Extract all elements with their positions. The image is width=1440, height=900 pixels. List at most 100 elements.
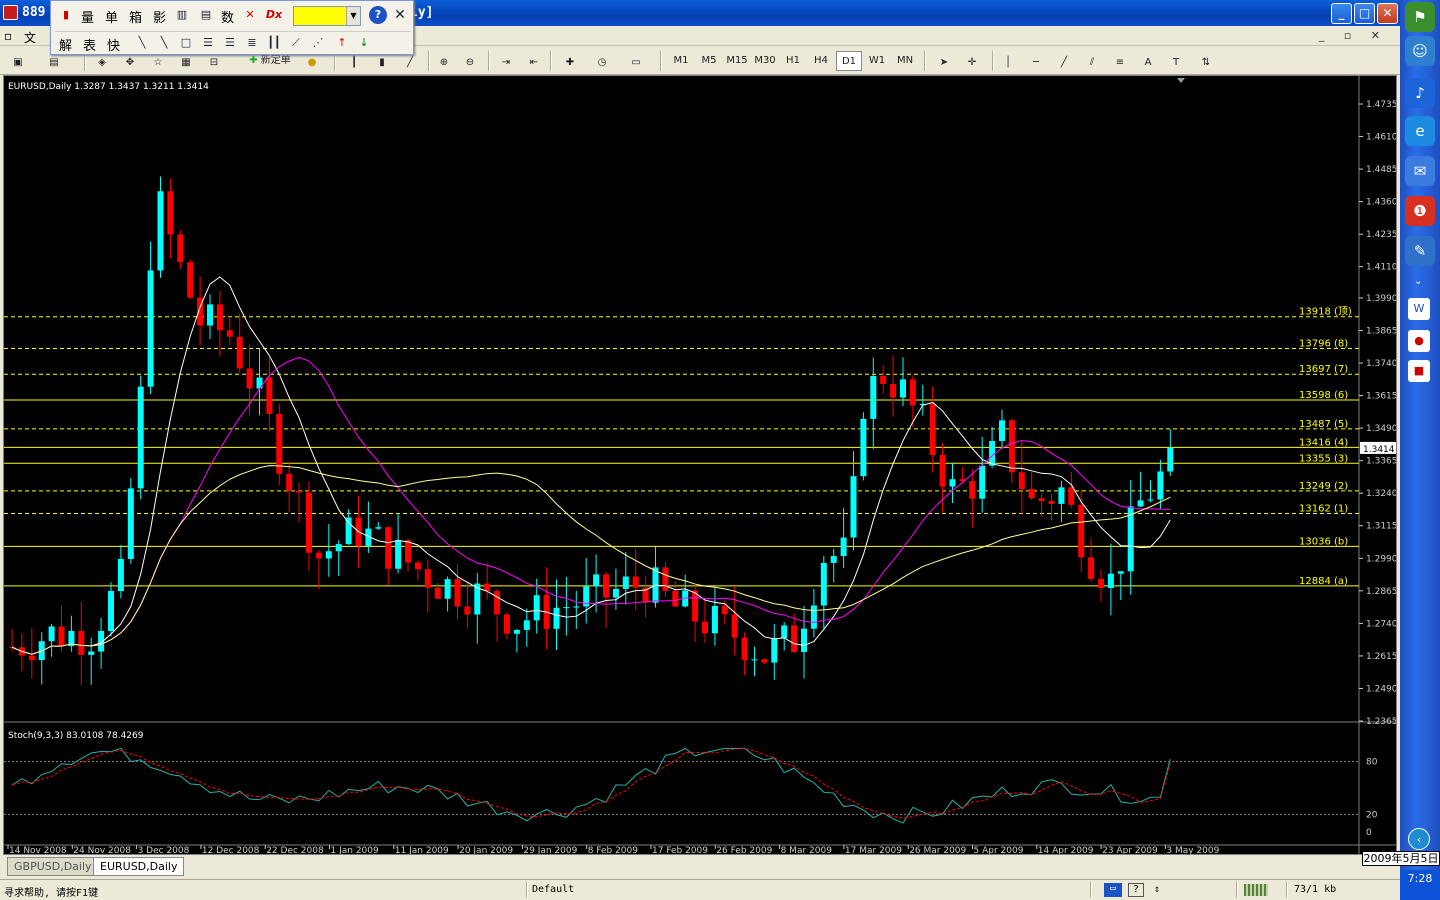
ie-icon[interactable]: e xyxy=(1405,116,1435,146)
paint-icon[interactable]: ✎ xyxy=(1405,236,1435,266)
app-icon-small-2[interactable]: ■ xyxy=(1408,360,1430,382)
tf-m30[interactable]: M30 xyxy=(752,51,778,71)
tf-m5[interactable]: M5 xyxy=(696,51,722,71)
candle-bull xyxy=(375,527,382,529)
chart-window[interactable]: 1.4735 1.4610 1.4485 1.4360 1.4235 1.4110 1.39… xyxy=(3,75,1397,855)
candles-icon[interactable]: ▮ xyxy=(57,6,75,24)
ft-box[interactable]: 箱 xyxy=(129,7,142,26)
close-button[interactable]: ✕ xyxy=(1377,3,1398,24)
fib-timezones-icon[interactable]: ┃┃ xyxy=(265,34,283,52)
chart-canvas[interactable]: 1.4735 1.4610 1.4485 1.4360 1.4235 1.4110 1.39… xyxy=(4,76,1396,854)
price-tick-label: 1.4485 xyxy=(1366,165,1396,175)
horizontal-line-icon[interactable]: ─ xyxy=(1026,52,1046,70)
candle-bull xyxy=(513,629,520,634)
text-label-icon[interactable]: T xyxy=(1166,52,1186,70)
candle-bear xyxy=(1098,578,1104,588)
fib-expansion-icon[interactable]: ☰ xyxy=(221,34,239,52)
date-tick-label: 3 May 2009 xyxy=(1166,846,1219,854)
arrow-down-icon[interactable]: ↓ xyxy=(355,34,373,52)
color-select[interactable]: yellow ▼ xyxy=(293,6,361,26)
vertical-line-icon[interactable]: │ xyxy=(998,52,1018,70)
date-tick-label: 14 Nov 2008 xyxy=(9,846,67,854)
maximize-button[interactable]: □ xyxy=(1354,3,1375,24)
close-icon[interactable]: ✕ xyxy=(391,6,409,24)
app-icon-red[interactable]: ❶ xyxy=(1405,196,1435,226)
ft-fast[interactable]: 快 xyxy=(107,35,120,54)
cursor-icon[interactable]: ➤ xyxy=(934,52,954,70)
stoch-main-line xyxy=(11,747,1171,824)
tf-m1[interactable]: M1 xyxy=(668,51,694,71)
date-tick-label: 24 Nov 2008 xyxy=(73,846,131,854)
ft-shadow[interactable]: 影 xyxy=(153,7,166,26)
fib-channel-icon[interactable]: ≣ xyxy=(243,34,261,52)
candle-bear xyxy=(504,614,510,634)
rectangle-icon[interactable]: □ xyxy=(177,34,195,52)
arrows-icon[interactable]: ⇅ xyxy=(1196,52,1216,70)
candle-bear xyxy=(1018,472,1025,490)
ft-number[interactable]: 数 xyxy=(221,7,234,26)
text-icon[interactable]: A xyxy=(1138,52,1158,70)
mdi-window-buttons[interactable]: _ ▫ ✕ xyxy=(1319,29,1388,42)
outlook-icon[interactable]: ✉ xyxy=(1405,156,1435,186)
equidistant-channel-icon[interactable]: ⫽ xyxy=(1082,52,1102,70)
help-icon[interactable]: ? xyxy=(369,6,387,24)
gann-fan-icon[interactable]: ⋰ xyxy=(309,34,327,52)
expand-icon[interactable]: ⌄ xyxy=(1414,276,1422,287)
tab-gbpusd-daily[interactable]: GBPUSD,Daily xyxy=(7,857,99,876)
ft-single[interactable]: 单 xyxy=(105,7,118,26)
candle-bear xyxy=(414,562,421,570)
trendline-icon[interactable]: ╱ xyxy=(1054,52,1074,70)
tab-eurusd-daily[interactable]: EURUSD,Daily xyxy=(93,857,185,876)
candle-bull xyxy=(345,517,352,545)
ft-solve[interactable]: 解 xyxy=(59,35,72,54)
chevron-icon[interactable]: ⇕ xyxy=(1154,884,1160,895)
chevron-down-icon[interactable]: ▼ xyxy=(346,7,360,25)
qq-icon[interactable]: ♪ xyxy=(1405,78,1435,108)
dx-icon[interactable]: Dx xyxy=(265,6,283,24)
word-icon[interactable]: W xyxy=(1408,298,1430,320)
candle-bull xyxy=(137,386,144,489)
indicators-icon[interactable]: ✚ xyxy=(560,52,580,70)
minimize-button[interactable]: _ xyxy=(1331,3,1352,24)
bars-icon-2[interactable]: ▤ xyxy=(197,6,215,24)
tf-mn[interactable]: MN xyxy=(892,51,918,71)
auto-scroll-icon[interactable]: ⇥ xyxy=(496,52,516,70)
ft-volume[interactable]: 量 xyxy=(81,7,94,26)
fib-retracement-icon[interactable]: ☰ xyxy=(199,34,217,52)
templates-icon[interactable]: ▭ xyxy=(626,52,646,70)
candle-bull xyxy=(830,556,837,563)
collapse-icon[interactable]: ‹ xyxy=(1408,828,1430,850)
candle-bear xyxy=(28,655,35,661)
new-chart-icon[interactable]: ▣ xyxy=(8,52,28,70)
tf-w1[interactable]: W1 xyxy=(864,51,890,71)
line-icon-2[interactable]: ╲ xyxy=(155,34,173,52)
candle-bull xyxy=(622,576,629,589)
tf-h4[interactable]: H4 xyxy=(808,51,834,71)
keyboard-icon[interactable]: ▭ xyxy=(1104,883,1122,897)
ft-table[interactable]: 表 xyxy=(83,35,96,54)
cross-icon[interactable]: ✕ xyxy=(241,6,259,24)
line-icon[interactable]: ╲ xyxy=(133,34,151,52)
messenger-icon[interactable]: ☺ xyxy=(1405,36,1435,66)
date-tick-label: 26 Feb 2009 xyxy=(716,846,772,854)
fibonacci-icon[interactable]: ≡ xyxy=(1110,52,1130,70)
arrow-up-icon[interactable]: ↑ xyxy=(333,34,351,52)
zoom-in-icon[interactable]: ⊕ xyxy=(434,52,454,70)
candle-bull xyxy=(1167,447,1174,472)
windows-logo-icon[interactable]: ⚑ xyxy=(1405,2,1435,32)
gann-line-icon[interactable]: ⟋ xyxy=(287,34,305,52)
tf-h1[interactable]: H1 xyxy=(780,51,806,71)
bars-icon[interactable]: ▥ xyxy=(173,6,191,24)
menu-file[interactable]: 文 xyxy=(24,29,36,46)
crosshair-icon[interactable]: ✛ xyxy=(962,52,982,70)
candle-bear xyxy=(315,552,322,559)
zoom-out-icon[interactable]: ⊖ xyxy=(460,52,480,70)
candle-bear xyxy=(58,626,65,647)
help-icon-status[interactable]: ? xyxy=(1128,883,1144,897)
tf-m15[interactable]: M15 xyxy=(724,51,750,71)
candle-bull xyxy=(127,488,134,559)
tf-d1[interactable]: D1 xyxy=(836,51,862,71)
chart-shift-icon[interactable]: ⇤ xyxy=(524,52,544,70)
periods-icon[interactable]: ◷ xyxy=(592,52,612,70)
app-icon-small-1[interactable]: ● xyxy=(1408,330,1430,352)
